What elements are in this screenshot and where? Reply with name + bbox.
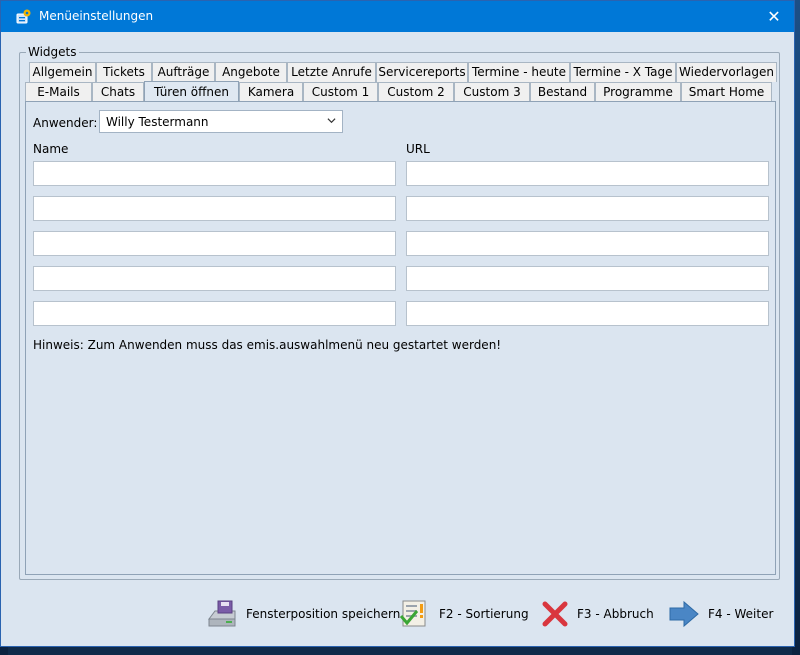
url-column-header: URL bbox=[406, 142, 430, 156]
tab-smart-home[interactable]: Smart Home bbox=[681, 82, 772, 102]
sort-label: F2 - Sortierung bbox=[439, 607, 529, 621]
red-x-icon bbox=[542, 601, 568, 627]
next-label: F4 - Weiter bbox=[708, 607, 774, 621]
url-input-1[interactable] bbox=[407, 162, 768, 185]
name-input-5[interactable] bbox=[34, 302, 395, 325]
url-input-2[interactable] bbox=[407, 197, 768, 220]
name-field-1[interactable] bbox=[33, 161, 396, 186]
tab-wiedervorlagen[interactable]: Wiedervorlagen bbox=[676, 62, 777, 82]
tab-e-mails[interactable]: E-Mails bbox=[25, 82, 92, 102]
name-input-2[interactable] bbox=[34, 197, 395, 220]
hint-text: Hinweis: Zum Anwenden muss das emis.ausw… bbox=[33, 338, 502, 352]
tab-servicereports[interactable]: Servicereports bbox=[376, 62, 468, 82]
name-field-5[interactable] bbox=[33, 301, 396, 326]
tab-allgemein[interactable]: Allgemein bbox=[29, 62, 96, 82]
url-input-4[interactable] bbox=[407, 267, 768, 290]
tab-auftraege[interactable]: Aufträge bbox=[152, 62, 215, 82]
tab-termine-x-tage[interactable]: Termine - X Tage bbox=[570, 62, 676, 82]
tab-custom-1[interactable]: Custom 1 bbox=[303, 82, 378, 102]
cancel-button[interactable]: F3 - Abbruch bbox=[541, 598, 654, 630]
url-input-5[interactable] bbox=[407, 302, 768, 325]
save-window-position-button[interactable]: Fensterposition speichern bbox=[206, 598, 400, 630]
tab-custom-2[interactable]: Custom 2 bbox=[378, 82, 454, 102]
url-field-2[interactable] bbox=[406, 196, 769, 221]
window-title: Menüeinstellungen bbox=[39, 9, 154, 23]
sort-button[interactable]: F2 - Sortierung bbox=[399, 598, 529, 630]
tab-letzte-anrufe[interactable]: Letzte Anrufe bbox=[287, 62, 376, 82]
tab-termine-heute[interactable]: Termine - heute bbox=[468, 62, 570, 82]
cancel-label: F3 - Abbruch bbox=[577, 607, 654, 621]
tab-chats[interactable]: Chats bbox=[92, 82, 144, 102]
disk-drive-icon bbox=[208, 600, 236, 627]
name-input-4[interactable] bbox=[34, 267, 395, 290]
url-field-4[interactable] bbox=[406, 266, 769, 291]
menu-settings-dialog: Menüeinstellungen ✕ Widgets Allgemein Ti… bbox=[0, 0, 795, 647]
name-column-header: Name bbox=[33, 142, 69, 156]
next-button[interactable]: F4 - Weiter bbox=[668, 598, 773, 630]
user-select-value: Willy Testermann bbox=[106, 115, 209, 129]
name-field-4[interactable] bbox=[33, 266, 396, 291]
close-button[interactable]: ✕ bbox=[754, 1, 794, 32]
tab-row-2: E-Mails Chats Türen öffnen Kamera Custom… bbox=[25, 81, 772, 103]
title-bar[interactable]: Menüeinstellungen ✕ bbox=[1, 1, 794, 32]
name-input-3[interactable] bbox=[34, 232, 395, 255]
tab-programme[interactable]: Programme bbox=[595, 82, 681, 102]
tab-angebote[interactable]: Angebote bbox=[215, 62, 287, 82]
name-input-1[interactable] bbox=[34, 162, 395, 185]
name-field-3[interactable] bbox=[33, 231, 396, 256]
url-field-5[interactable] bbox=[406, 301, 769, 326]
checklist-icon bbox=[399, 600, 426, 627]
tab-row-1: Allgemein Tickets Aufträge Angebote Letz… bbox=[29, 62, 777, 82]
settings-app-icon bbox=[16, 9, 31, 24]
url-field-3[interactable] bbox=[406, 231, 769, 256]
tab-bestand[interactable]: Bestand bbox=[530, 82, 595, 102]
tab-custom-3[interactable]: Custom 3 bbox=[454, 82, 530, 102]
tab-tickets[interactable]: Tickets bbox=[96, 62, 152, 82]
url-field-1[interactable] bbox=[406, 161, 769, 186]
url-input-3[interactable] bbox=[407, 232, 768, 255]
user-label: Anwender: bbox=[33, 116, 98, 130]
name-field-2[interactable] bbox=[33, 196, 396, 221]
tab-tueren-oeffnen[interactable]: Türen öffnen bbox=[144, 81, 239, 103]
widgets-group-legend: Widgets bbox=[28, 45, 77, 59]
chevron-down-icon bbox=[327, 118, 336, 124]
blue-arrow-right-icon bbox=[669, 600, 699, 628]
user-select[interactable]: Willy Testermann bbox=[99, 110, 343, 133]
save-window-position-label: Fensterposition speichern bbox=[246, 607, 401, 621]
tab-kamera[interactable]: Kamera bbox=[239, 82, 303, 102]
